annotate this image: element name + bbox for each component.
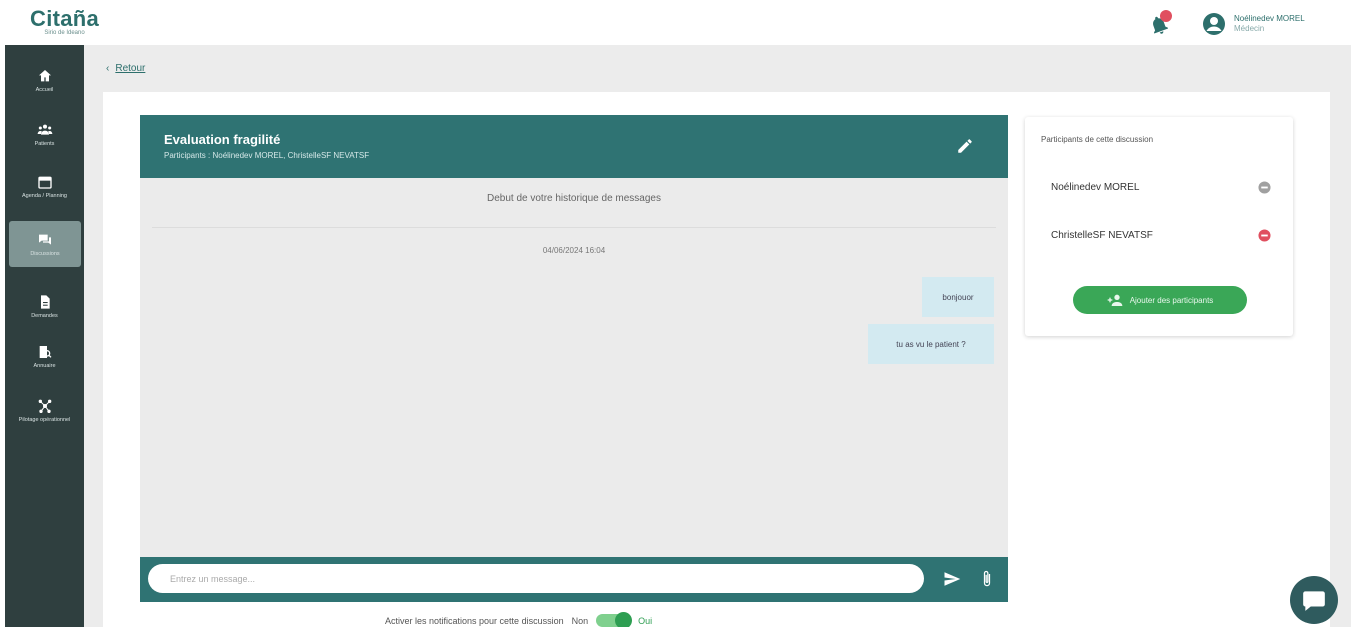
- sidebar-item-agenda[interactable]: Agenda / Planning: [5, 163, 84, 209]
- add-person-icon: [1107, 294, 1123, 306]
- remove-participant-icon[interactable]: [1258, 228, 1271, 242]
- sidebar-item-label: Pilotage opérationnel: [18, 416, 71, 423]
- calendar-icon: [37, 176, 52, 189]
- sidebar-item-demandes[interactable]: Demandes: [5, 283, 84, 329]
- toggle-yes-label: Oui: [638, 615, 653, 626]
- sidebar-item-label: Discussions: [30, 250, 60, 257]
- notification-badge: [1160, 10, 1172, 22]
- edit-pencil-icon[interactable]: [956, 137, 974, 155]
- notifications-label: Activer les notifications pour cette dis…: [385, 615, 564, 626]
- user-role: Médecin: [1234, 24, 1265, 33]
- participant-name: ChristelleSF NEVATSF: [1051, 229, 1153, 241]
- sidebar-item-label: Annuaire: [33, 362, 56, 369]
- chat-bubble-icon: [1303, 591, 1325, 611]
- participant-row: Noélinedev MOREL: [1051, 177, 1271, 197]
- chat-header: Evaluation fragilité Participants : Noél…: [140, 115, 1008, 178]
- send-icon[interactable]: [943, 570, 961, 588]
- participants-title: Participants de cette discussion: [1041, 135, 1154, 144]
- top-bar: Citaña Sirio de Ideano Noélinedev MOREL …: [0, 0, 1351, 45]
- paperclip-icon[interactable]: [981, 569, 993, 589]
- user-avatar-icon[interactable]: [1202, 12, 1226, 36]
- message-bubble: tu as vu le patient ?: [868, 324, 994, 364]
- support-chat-button[interactable]: [1290, 576, 1338, 624]
- sidebar-item-label: Accueil: [35, 86, 54, 93]
- notifications-bell-icon[interactable]: [1148, 10, 1174, 40]
- participant-name: Noélinedev MOREL: [1051, 181, 1140, 193]
- user-info[interactable]: Noélinedev MOREL Médecin: [1234, 14, 1305, 34]
- sidebar-item-label: Patients: [34, 140, 55, 147]
- participants-panel: Participants de cette discussion Noéline…: [1025, 117, 1293, 336]
- sidebar-item-accueil[interactable]: Accueil: [5, 57, 84, 103]
- network-icon: [38, 399, 51, 413]
- chat-participants-line: Participants : Noélinedev MOREL, Christe…: [164, 151, 370, 160]
- brand-name: Citaña: [30, 6, 100, 31]
- history-divider: [152, 227, 996, 228]
- notifications-toggle[interactable]: [596, 612, 633, 627]
- sidebar-item-patients[interactable]: Patients: [5, 111, 84, 157]
- document-icon: [40, 294, 50, 309]
- people-icon: [37, 124, 52, 135]
- sidebar-item-discussions[interactable]: Discussions: [9, 221, 81, 267]
- sidebar-item-label: Agenda / Planning: [22, 192, 67, 199]
- sidebar-item-label: Demandes: [31, 312, 58, 319]
- message-input[interactable]: [148, 564, 924, 593]
- toggle-no-label: Non: [571, 615, 589, 626]
- message-date: 04/06/2024 16:04: [542, 246, 606, 255]
- sidebar-item-annuaire[interactable]: Annuaire: [5, 333, 84, 379]
- chat-input-bar: [140, 557, 1008, 602]
- chevron-left-icon: ‹: [106, 63, 110, 74]
- back-link[interactable]: ‹ Retour: [106, 63, 145, 74]
- remove-participant-icon[interactable]: [1258, 180, 1271, 194]
- home-icon: [38, 69, 51, 81]
- message-bubble: bonjouor: [922, 277, 994, 317]
- participant-row: ChristelleSF NEVATSF: [1051, 225, 1271, 245]
- chat-title: Evaluation fragilité: [164, 132, 281, 147]
- toggle-knob: [615, 612, 633, 627]
- sidebar: Accueil Patients Agenda / Planning Discu…: [5, 45, 84, 627]
- add-participants-label: Ajouter des participants: [1129, 295, 1214, 305]
- directory-icon: [39, 345, 51, 358]
- back-label: Retour: [115, 63, 146, 74]
- chat-icon: [39, 234, 51, 245]
- add-participants-button[interactable]: Ajouter des participants: [1073, 286, 1247, 314]
- notifications-toggle-row: Activer les notifications pour cette dis…: [385, 612, 653, 627]
- history-start-label: Debut de votre historique de messages: [487, 193, 661, 204]
- brand-logo[interactable]: Citaña Sirio de Ideano: [30, 6, 99, 36]
- user-name: Noélinedev MOREL: [1234, 14, 1305, 23]
- sidebar-item-pilotage[interactable]: Pilotage opérationnel: [5, 387, 84, 433]
- chat-panel: Evaluation fragilité Participants : Noél…: [140, 115, 1008, 602]
